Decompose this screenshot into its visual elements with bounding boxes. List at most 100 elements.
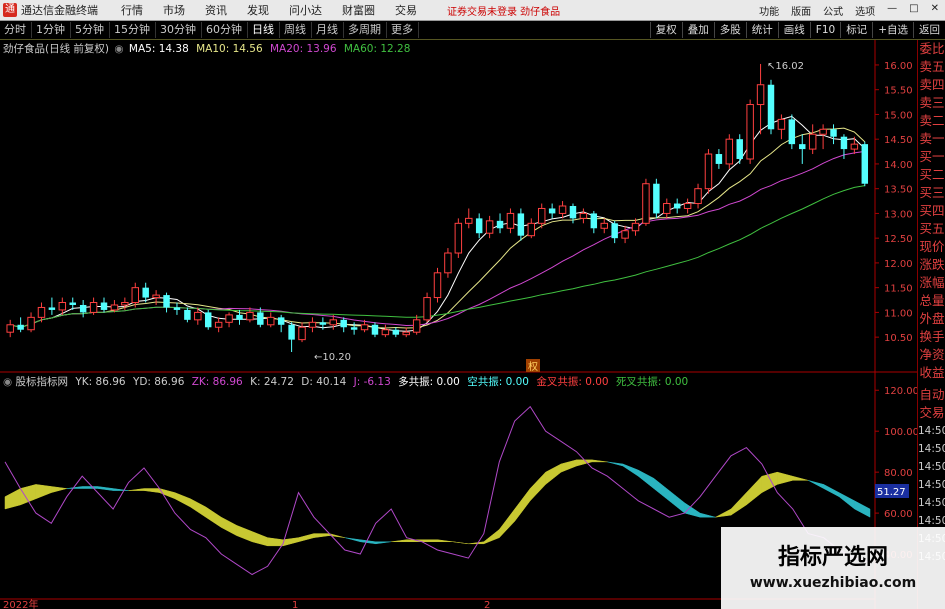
period-more[interactable]: 更多 <box>387 22 419 38</box>
candle-body-down <box>392 329 400 335</box>
tool-draw[interactable]: 画线 <box>777 22 810 38</box>
indicator-band-segment <box>777 471 794 485</box>
period-30min[interactable]: 30分钟 <box>156 22 202 38</box>
menu-item-trade[interactable]: 交易 <box>385 2 427 18</box>
candle <box>257 307 264 328</box>
candle-body-up <box>621 230 629 239</box>
candle-body-down <box>48 307 56 310</box>
sidebar-item: 换手 <box>919 329 945 344</box>
tool-adjust[interactable]: 复权 <box>649 22 682 38</box>
sidebar-time-item: 14:50 <box>918 461 945 473</box>
menu-options-button[interactable]: 选项 <box>849 3 881 18</box>
candle-body-up <box>725 138 734 165</box>
menu-item-quotes[interactable]: 行情 <box>111 2 153 18</box>
tool-overlay[interactable]: 叠加 <box>681 22 714 38</box>
candle <box>381 324 390 338</box>
sidebar-item: 卖五 <box>919 59 945 74</box>
candle-body-up <box>360 324 369 331</box>
period-weekly[interactable]: 周线 <box>280 22 312 38</box>
candle <box>288 322 295 352</box>
candle <box>173 302 181 315</box>
candle-body-up <box>694 188 702 205</box>
tool-multi-stock[interactable]: 多股 <box>713 22 746 38</box>
menu-item-wealth[interactable]: 财富圈 <box>332 2 385 18</box>
candle <box>788 114 796 150</box>
candle-body-down <box>277 317 285 325</box>
sidebar-trade-item[interactable]: 自动 <box>918 386 945 404</box>
menu-layout-button[interactable]: 版面 <box>785 3 817 18</box>
candle-body-up <box>110 304 119 311</box>
candle-body-up <box>267 316 275 326</box>
period-monthly[interactable]: 月线 <box>312 22 344 38</box>
candle-body-down <box>173 307 181 310</box>
candle-body-down <box>611 223 618 239</box>
candle <box>725 134 734 169</box>
candle-body-up <box>423 297 431 321</box>
sidebar-upper: 委比 卖五 卖四 卖三 卖二 卖一 买一 买二 买三 买四 买五 现价 涨跌 涨幅 总量 外盘 换手 净资 收益 <box>918 40 945 382</box>
indicator-settings-icon[interactable]: ◉ <box>3 376 12 388</box>
period-multi[interactable]: 多周期 <box>344 22 387 38</box>
candle <box>653 178 660 219</box>
tool-back[interactable]: 返回 <box>913 22 945 38</box>
tool-add-watchlist[interactable]: +自选 <box>872 22 913 38</box>
candle-body-down <box>548 208 556 214</box>
period-1min[interactable]: 1分钟 <box>32 22 71 38</box>
candle-body-up <box>454 222 463 254</box>
watermark-title: 指标严选网 <box>777 545 888 570</box>
tool-f10[interactable]: F10 <box>809 22 840 38</box>
maximize-icon[interactable]: □ <box>903 3 924 18</box>
menu-function-button[interactable]: 功能 <box>753 3 785 18</box>
price-tick-label: 13.00 <box>884 209 913 220</box>
price-tick-label: 12.50 <box>884 234 913 245</box>
sidebar-item: 买一 <box>919 149 945 164</box>
close-icon[interactable]: ✕ <box>925 3 945 18</box>
candle-body-up <box>131 287 140 304</box>
sidebar-item: 卖一 <box>919 131 945 146</box>
indicator-band-segment <box>205 506 222 528</box>
candle <box>517 208 525 241</box>
period-60min[interactable]: 60分钟 <box>202 22 248 38</box>
indicator-band-segment <box>35 484 52 500</box>
indicator-yk: YK: 86.96 <box>75 376 126 388</box>
indicator-band-segment <box>499 508 515 539</box>
indicator-jincha: 金叉共振: 0.00 <box>536 376 609 388</box>
candle-body-down <box>788 119 796 145</box>
candle <box>308 317 317 333</box>
candle-body-up <box>746 104 754 160</box>
period-daily[interactable]: 日线 <box>248 22 280 38</box>
indicator-band-segment <box>391 539 407 543</box>
candle <box>694 183 702 209</box>
menu-formula-button[interactable]: 公式 <box>817 3 849 18</box>
candle <box>433 267 442 303</box>
menu-item-news[interactable]: 资讯 <box>195 2 237 18</box>
trade-login-notice[interactable]: 证券交易未登录 劲仔食品 <box>447 3 560 18</box>
sidebar-trade-item[interactable]: 交易 <box>918 404 945 422</box>
sidebar-time-item: 14:50 <box>918 497 945 509</box>
candle-body-down <box>184 309 191 320</box>
candle-body-up <box>58 302 67 311</box>
tool-stats[interactable]: 统计 <box>745 22 778 38</box>
candle-body-up <box>152 294 160 299</box>
candle <box>736 134 743 164</box>
menu-item-ask[interactable]: 问小达 <box>279 2 332 18</box>
candle <box>861 141 869 187</box>
minimize-icon[interactable]: — <box>881 3 903 18</box>
indicator-d: D: 40.14 <box>301 376 347 388</box>
period-15min[interactable]: 15分钟 <box>110 22 156 38</box>
chart-canvas[interactable]: 16.00 15.50 15.00 14.50 14.00 13.50 13.00 12.50… <box>0 40 917 609</box>
candle-body-up <box>329 319 338 326</box>
indicator-band-segment <box>730 491 747 516</box>
candle <box>777 114 786 140</box>
indicator-band-segment <box>421 539 438 543</box>
period-intraday[interactable]: 分时 <box>0 22 32 38</box>
menu-bar: 通 通达信金融终端 行情 市场 资讯 发现 问小达 财富圈 交易 证券交易未登录… <box>0 0 945 21</box>
tool-mark[interactable]: 标记 <box>840 22 872 38</box>
indicator-band-segment <box>746 475 763 506</box>
candle <box>402 327 410 338</box>
candle-body-up <box>246 311 254 321</box>
menu-item-discover[interactable]: 发现 <box>237 2 279 18</box>
menu-item-market[interactable]: 市场 <box>153 2 195 18</box>
candle <box>558 201 567 219</box>
period-5min[interactable]: 5分钟 <box>71 22 110 38</box>
candle <box>600 218 608 234</box>
